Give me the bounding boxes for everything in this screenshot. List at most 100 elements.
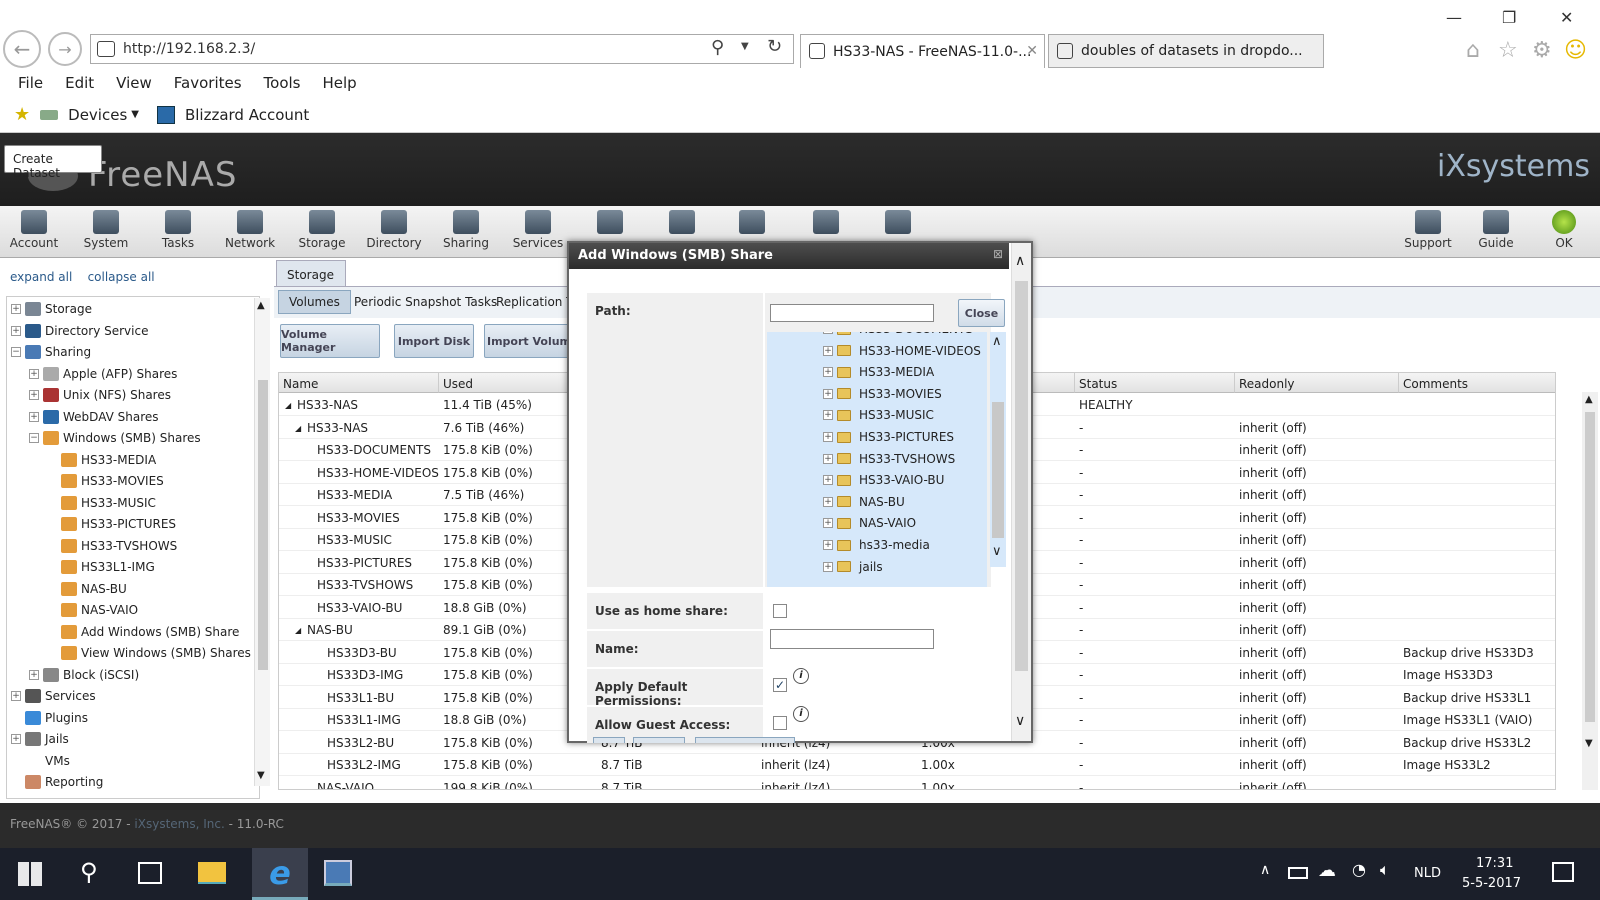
scroll-up-icon[interactable]: ∧ xyxy=(992,334,1002,349)
collapse-icon[interactable]: − xyxy=(11,347,21,357)
chevron-up-icon[interactable]: ∧ xyxy=(1260,862,1270,878)
expand-icon[interactable]: + xyxy=(823,453,833,464)
directory-item[interactable]: + HS33-HOME-VIDEOS xyxy=(823,340,981,362)
tree-node[interactable]: + Services xyxy=(11,686,96,706)
toolbar-support[interactable]: Support xyxy=(1396,210,1460,250)
grid-scrollbar[interactable]: ▲ ▼ xyxy=(1582,392,1598,790)
tree-node[interactable]: HS33-MUSIC xyxy=(47,493,156,513)
restore-button[interactable]: ❐ xyxy=(1502,8,1516,27)
default-permissions-checkbox[interactable]: ✓ xyxy=(773,678,787,692)
menu-view[interactable]: View xyxy=(116,74,152,92)
chevron-down-icon[interactable]: ▼ xyxy=(131,109,139,120)
tree-node[interactable]: VMs xyxy=(11,751,70,771)
directory-item[interactable]: + HS33-VAIO-BU xyxy=(823,469,944,491)
refresh-icon[interactable]: ↻ xyxy=(767,36,782,57)
scroll-down-icon[interactable]: ▼ xyxy=(257,770,265,781)
menu-help[interactable]: Help xyxy=(323,74,357,92)
col-name[interactable]: Name xyxy=(279,373,439,393)
tab-periodic-snapshot[interactable]: Periodic Snapshot Tasks xyxy=(344,290,507,314)
tree-node[interactable]: + Block (iSCSI) xyxy=(29,665,139,685)
directory-item[interactable]: + HS33-MEDIA xyxy=(823,361,934,383)
dialog-button-partial[interactable] xyxy=(633,737,685,743)
tab-storage[interactable]: Storage xyxy=(276,260,346,288)
volume-manager-button[interactable]: Volume Manager xyxy=(280,324,380,358)
close-icon[interactable]: ✕ xyxy=(1026,43,1038,59)
expand-icon[interactable]: + xyxy=(823,518,833,529)
toolbar-network[interactable]: Network xyxy=(218,210,282,250)
tab-forum[interactable]: doubles of datasets in dropdo... xyxy=(1048,34,1324,68)
tree-node[interactable]: − Windows (SMB) Shares xyxy=(29,428,201,448)
star-icon[interactable]: ☆ xyxy=(1498,38,1518,63)
file-explorer-icon[interactable] xyxy=(198,862,226,884)
import-volume-button[interactable]: Import Volum xyxy=(484,324,574,358)
tree-node[interactable]: HS33-TVSHOWS xyxy=(47,536,177,556)
menu-file[interactable]: File xyxy=(18,74,43,92)
expand-icon[interactable]: + xyxy=(29,390,39,400)
tree-node[interactable]: HS33-PICTURES xyxy=(47,514,176,534)
tree-node[interactable]: + Unix (NFS) Shares xyxy=(29,385,171,405)
clock-date[interactable]: 5-5-2017 xyxy=(1462,876,1521,891)
tree-node[interactable]: + WebDAV Shares xyxy=(29,407,159,427)
minimize-button[interactable]: — xyxy=(1446,8,1462,27)
directory-item[interactable]: + HS33-MUSIC xyxy=(823,404,934,426)
tree-node[interactable]: Plugins xyxy=(11,708,88,728)
expand-all-link[interactable]: expand all xyxy=(10,270,72,284)
cloud-icon[interactable]: ☁ xyxy=(1318,860,1336,881)
window-close-button[interactable]: ✕ xyxy=(1560,8,1573,27)
toolbar-storage[interactable]: Storage xyxy=(290,210,354,250)
tree-node[interactable]: + Apple (AFP) Shares xyxy=(29,364,177,384)
tree-node[interactable]: View Windows (SMB) Shares xyxy=(47,643,251,663)
expand-icon[interactable]: + xyxy=(11,304,21,314)
directory-item[interactable]: + HS33-TVSHOWS xyxy=(823,448,955,470)
menu-favorites[interactable]: Favorites xyxy=(174,74,242,92)
toolbar-hidden-item[interactable] xyxy=(650,210,714,236)
tree-node[interactable]: NAS-BU xyxy=(47,579,127,599)
wifi-icon[interactable]: ◔ xyxy=(1352,860,1366,879)
home-icon[interactable]: ⌂ xyxy=(1466,38,1480,63)
tree-node[interactable]: + Directory Service xyxy=(11,321,148,341)
dialog-scrollbar[interactable]: ∧ ∨ xyxy=(1011,243,1031,741)
expand-icon[interactable]: + xyxy=(823,332,833,334)
devices-menu[interactable]: Devices xyxy=(68,106,127,124)
home-share-checkbox[interactable] xyxy=(773,604,787,618)
scroll-up-icon[interactable]: ▲ xyxy=(1585,394,1593,405)
expand-icon[interactable]: + xyxy=(11,325,21,336)
address-bar[interactable]: http://192.168.2.3/ ⚲ ▼ ↻ xyxy=(90,34,794,64)
scroll-down-icon[interactable]: ∨ xyxy=(992,544,1002,559)
dropdown-icon[interactable]: ▼ xyxy=(741,41,749,52)
dialog-close-icon[interactable]: ⊠ xyxy=(993,247,1003,261)
tree-node[interactable]: HS33-MOVIES xyxy=(47,471,164,491)
tree-node[interactable]: + Jails xyxy=(11,729,69,749)
battery-icon[interactable] xyxy=(1288,867,1308,879)
task-view-icon[interactable] xyxy=(138,862,162,884)
toolbar-hidden-item[interactable] xyxy=(866,210,930,236)
tab-volumes[interactable]: Volumes xyxy=(278,290,351,314)
scroll-up-icon[interactable]: ▲ xyxy=(257,300,265,311)
toolbar-hidden-item[interactable] xyxy=(578,210,642,236)
toolbar-alert[interactable]: OK xyxy=(1532,210,1596,250)
search-icon[interactable]: ⚲ xyxy=(80,858,98,886)
expand-icon[interactable]: + xyxy=(823,540,833,550)
info-icon[interactable]: i xyxy=(793,706,809,722)
tab-freenas[interactable]: HS33-NAS - FreeNAS-11.0-... ✕ xyxy=(800,34,1045,68)
internet-explorer-icon[interactable]: e xyxy=(252,848,308,900)
scroll-thumb[interactable] xyxy=(1585,412,1595,722)
collapse-icon[interactable]: − xyxy=(29,433,39,443)
tree-scrollbar[interactable]: ▲ ▼ xyxy=(254,298,270,786)
toolbar-hidden-item[interactable] xyxy=(720,210,784,236)
toolbar-guide[interactable]: Guide xyxy=(1464,210,1528,250)
directory-item[interactable]: + hs33-media xyxy=(823,534,930,556)
forward-button[interactable]: → xyxy=(48,32,82,66)
expand-icon[interactable]: + xyxy=(823,410,833,421)
scroll-up-icon[interactable]: ∧ xyxy=(1015,253,1025,269)
directory-item[interactable]: + NAS-BU xyxy=(823,491,905,513)
col-comments[interactable]: Comments xyxy=(1399,373,1555,393)
import-disk-button[interactable]: Import Disk xyxy=(394,324,474,358)
expand-icon[interactable]: + xyxy=(11,734,21,744)
expand-arrow-icon[interactable]: ◢ xyxy=(285,401,291,410)
col-readonly[interactable]: Readonly xyxy=(1235,373,1399,393)
toolbar-directory[interactable]: Directory xyxy=(362,210,426,250)
toolbar-system[interactable]: System xyxy=(74,210,138,250)
favorites-star-icon[interactable]: ★ xyxy=(14,104,30,125)
tree-node[interactable]: + Storage xyxy=(11,299,92,319)
